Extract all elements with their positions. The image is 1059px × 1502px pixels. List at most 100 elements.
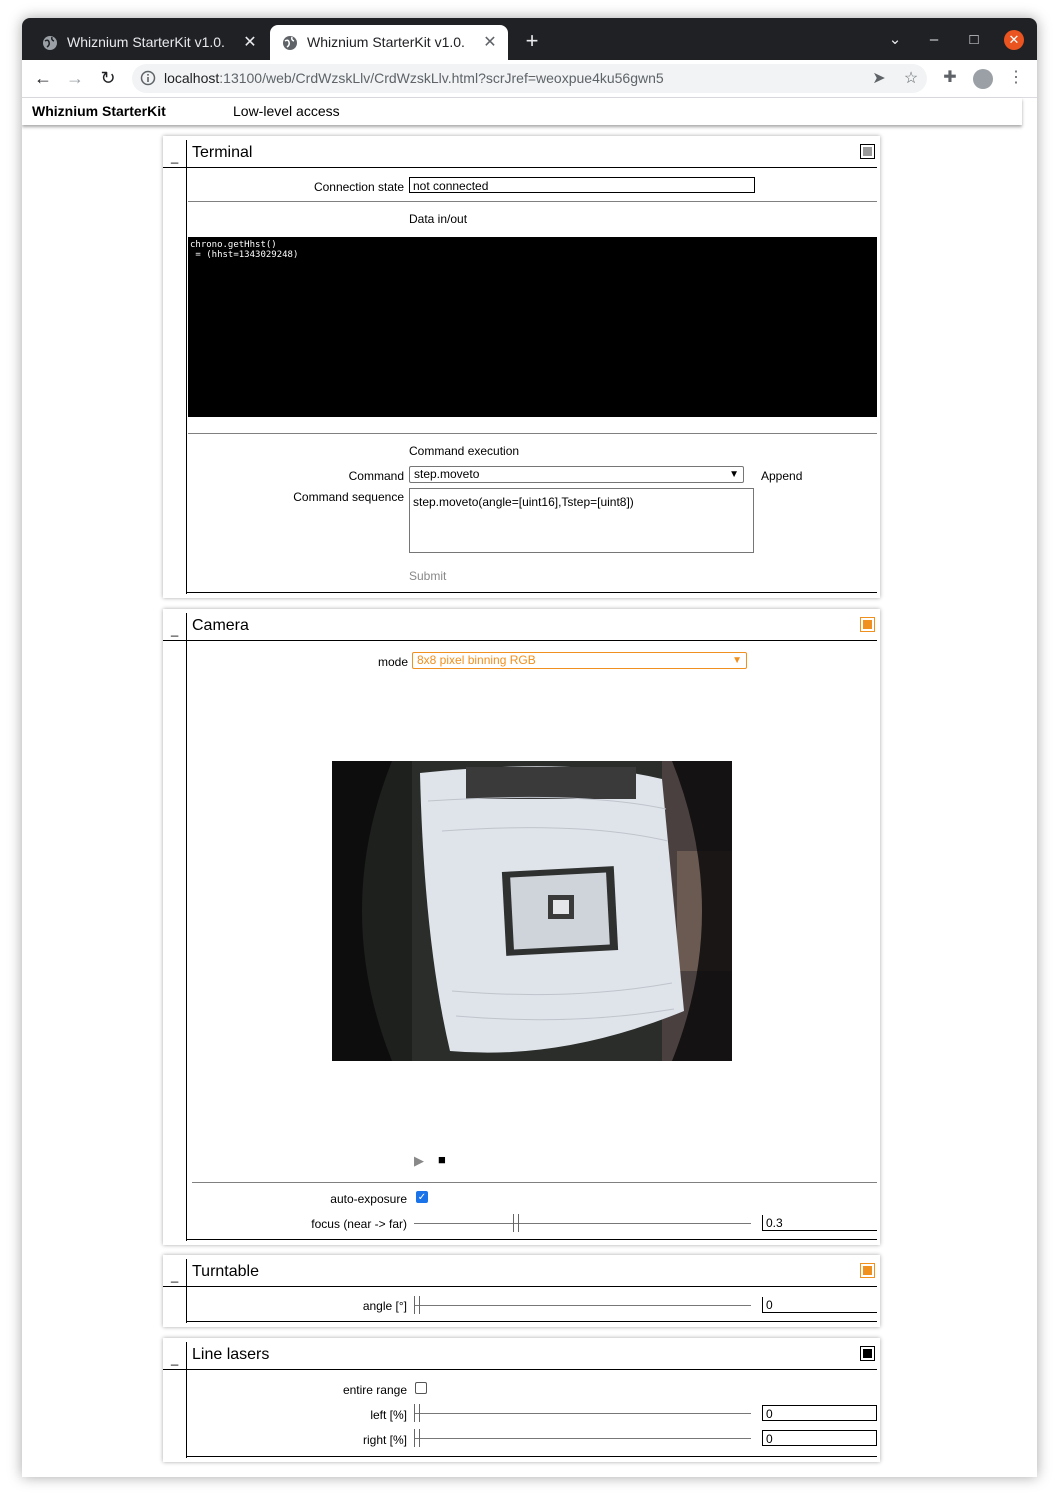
panel-title: Turntable [192,1263,259,1280]
toggle-fill [863,620,872,629]
forward-icon[interactable]: → [61,64,89,92]
connection-state-field: not connected [409,177,755,193]
footer-divider [186,1456,877,1457]
minimize-icon[interactable]: – [922,28,946,52]
menu-icon[interactable]: ⋮ [1003,64,1029,92]
browser-window: Whiznium StarterKit v1.0. ✕ Whiznium Sta… [22,18,1037,1477]
address-bar[interactable]: localhost:13100/web/CrdWzskLlv/CrdWzskLl… [132,64,927,93]
command-select[interactable]: step.moveto ▼ [409,466,744,483]
header-divider [186,640,877,641]
tab-2[interactable]: Whiznium StarterKit v1.0. ✕ [270,25,508,60]
minimize-panel-button[interactable]: _ [171,149,181,164]
panel-border [163,167,186,168]
menu-low-level-access[interactable]: Low-level access [233,103,340,119]
panel-border [186,1342,187,1458]
send-icon[interactable]: ➤ [867,64,891,93]
append-button[interactable]: Append [761,469,802,483]
focus-slider-track[interactable] [414,1223,751,1224]
focus-label: focus (near -> far) [311,1217,407,1231]
panel-title: Camera [192,617,249,634]
minimize-panel-button[interactable]: _ [171,1268,181,1283]
toggle-fill [863,1266,872,1275]
panel-border [163,1286,186,1287]
submit-button[interactable]: Submit [409,569,446,583]
tab-1[interactable]: Whiznium StarterKit v1.0. ✕ [30,25,268,60]
panel-title: Line lasers [192,1346,270,1363]
header-divider [186,167,877,168]
app-brand[interactable]: Whiznium StarterKit [32,103,166,119]
new-tab-button[interactable]: + [520,28,544,54]
panel-border [186,613,187,1241]
entire-range-checkbox[interactable] [415,1382,427,1394]
angle-value-field[interactable]: 0 [762,1297,877,1313]
toggle-fill [863,147,872,156]
angle-label: angle [°] [362,1299,407,1313]
url-text: localhost:13100/web/CrdWzskLlv/CrdWzskLl… [164,64,664,93]
browser-toolbar: ← → ↻ localhost:13100/web/CrdWzskLlv/Crd… [22,60,1037,98]
url-path: :13100/web/CrdWzskLlv/CrdWzskLlv.html?sc… [219,70,664,86]
back-icon[interactable]: ← [29,64,57,92]
app-navbar: Whiznium StarterKit Low-level access [22,98,1022,125]
turntable-panel: _ Turntable angle [°] 0 [163,1255,880,1327]
right-slider-handle[interactable] [414,1429,420,1447]
data-inout-label: Data in/out [409,212,468,226]
focus-slider-handle[interactable] [513,1214,519,1232]
left-slider-handle[interactable] [414,1404,420,1422]
right-slider-track[interactable] [414,1438,751,1439]
star-icon[interactable]: ☆ [899,64,923,93]
left-slider-track[interactable] [414,1413,751,1414]
globe-icon [43,36,57,50]
avatar[interactable] [973,69,993,89]
command-sequence-input[interactable]: step.moveto(angle=[uint16],Tstep=[uint8]… [409,488,754,553]
terminal-output[interactable]: chrono.getHhst() = (hhst=1343029248) [188,237,877,417]
maximize-icon[interactable]: □ [962,28,986,52]
mode-select[interactable]: 8x8 pixel binning RGB ▼ [412,652,747,669]
panel-border [163,640,186,641]
panel-toggle-icon[interactable] [860,144,875,159]
command-sequence-label: Command sequence [293,490,404,504]
right-value-field[interactable]: 0 [762,1430,877,1446]
close-tab-icon[interactable]: ✕ [482,25,498,60]
panel-border [163,1369,186,1370]
panel-toggle-icon[interactable] [860,1263,875,1278]
auto-exposure-checkbox[interactable]: ✓ [416,1191,428,1203]
window-close-icon[interactable]: ✕ [1004,30,1024,50]
left-label: left [%] [370,1408,407,1422]
panel-title: Terminal [192,144,253,161]
camera-image [332,761,732,1061]
close-tab-icon[interactable]: ✕ [242,25,258,60]
divider [188,433,877,434]
extensions-icon[interactable]: ✚ [937,64,963,92]
focus-value-field[interactable]: 0.3 [762,1215,877,1231]
toggle-fill [863,1349,872,1358]
tab-search-icon[interactable]: ⌄ [883,28,907,52]
auto-exposure-label: auto-exposure [330,1192,407,1206]
command-execution-label: Command execution [409,444,520,458]
url-host: localhost [164,70,220,86]
tab-title: Whiznium StarterKit v1.0. [67,34,225,50]
angle-slider-handle[interactable] [414,1296,420,1314]
mode-select-value: 8x8 pixel binning RGB [417,653,536,667]
tab-title: Whiznium StarterKit v1.0. [307,34,465,50]
panel-toggle-icon[interactable] [860,1346,875,1361]
chevron-down-icon: ▼ [732,655,742,666]
camera-panel: _ Camera mode 8x8 pixel binning RGB ▼ ▶ ■ [163,609,880,1245]
tab-bar: Whiznium StarterKit v1.0. ✕ Whiznium Sta… [22,18,1037,60]
minimize-panel-button[interactable]: _ [171,1351,181,1366]
info-icon[interactable] [140,70,156,86]
footer-divider [186,1321,877,1322]
line-lasers-panel: _ Line lasers entire range left [%] 0 ri… [163,1338,880,1462]
panel-toggle-icon[interactable] [860,617,875,632]
globe-icon [283,36,297,50]
reload-icon[interactable]: ↻ [94,64,122,92]
command-select-value: step.moveto [414,467,480,481]
entire-range-label: entire range [342,1383,407,1397]
minimize-panel-button[interactable]: _ [171,622,181,637]
angle-slider-track[interactable] [414,1305,751,1306]
stop-icon[interactable]: ■ [438,1152,446,1167]
play-icon[interactable]: ▶ [414,1153,424,1169]
divider [192,1182,877,1183]
left-value-field[interactable]: 0 [762,1405,877,1421]
terminal-panel: _ Terminal Connection state not connecte… [163,136,880,598]
panel-border [186,1259,187,1323]
